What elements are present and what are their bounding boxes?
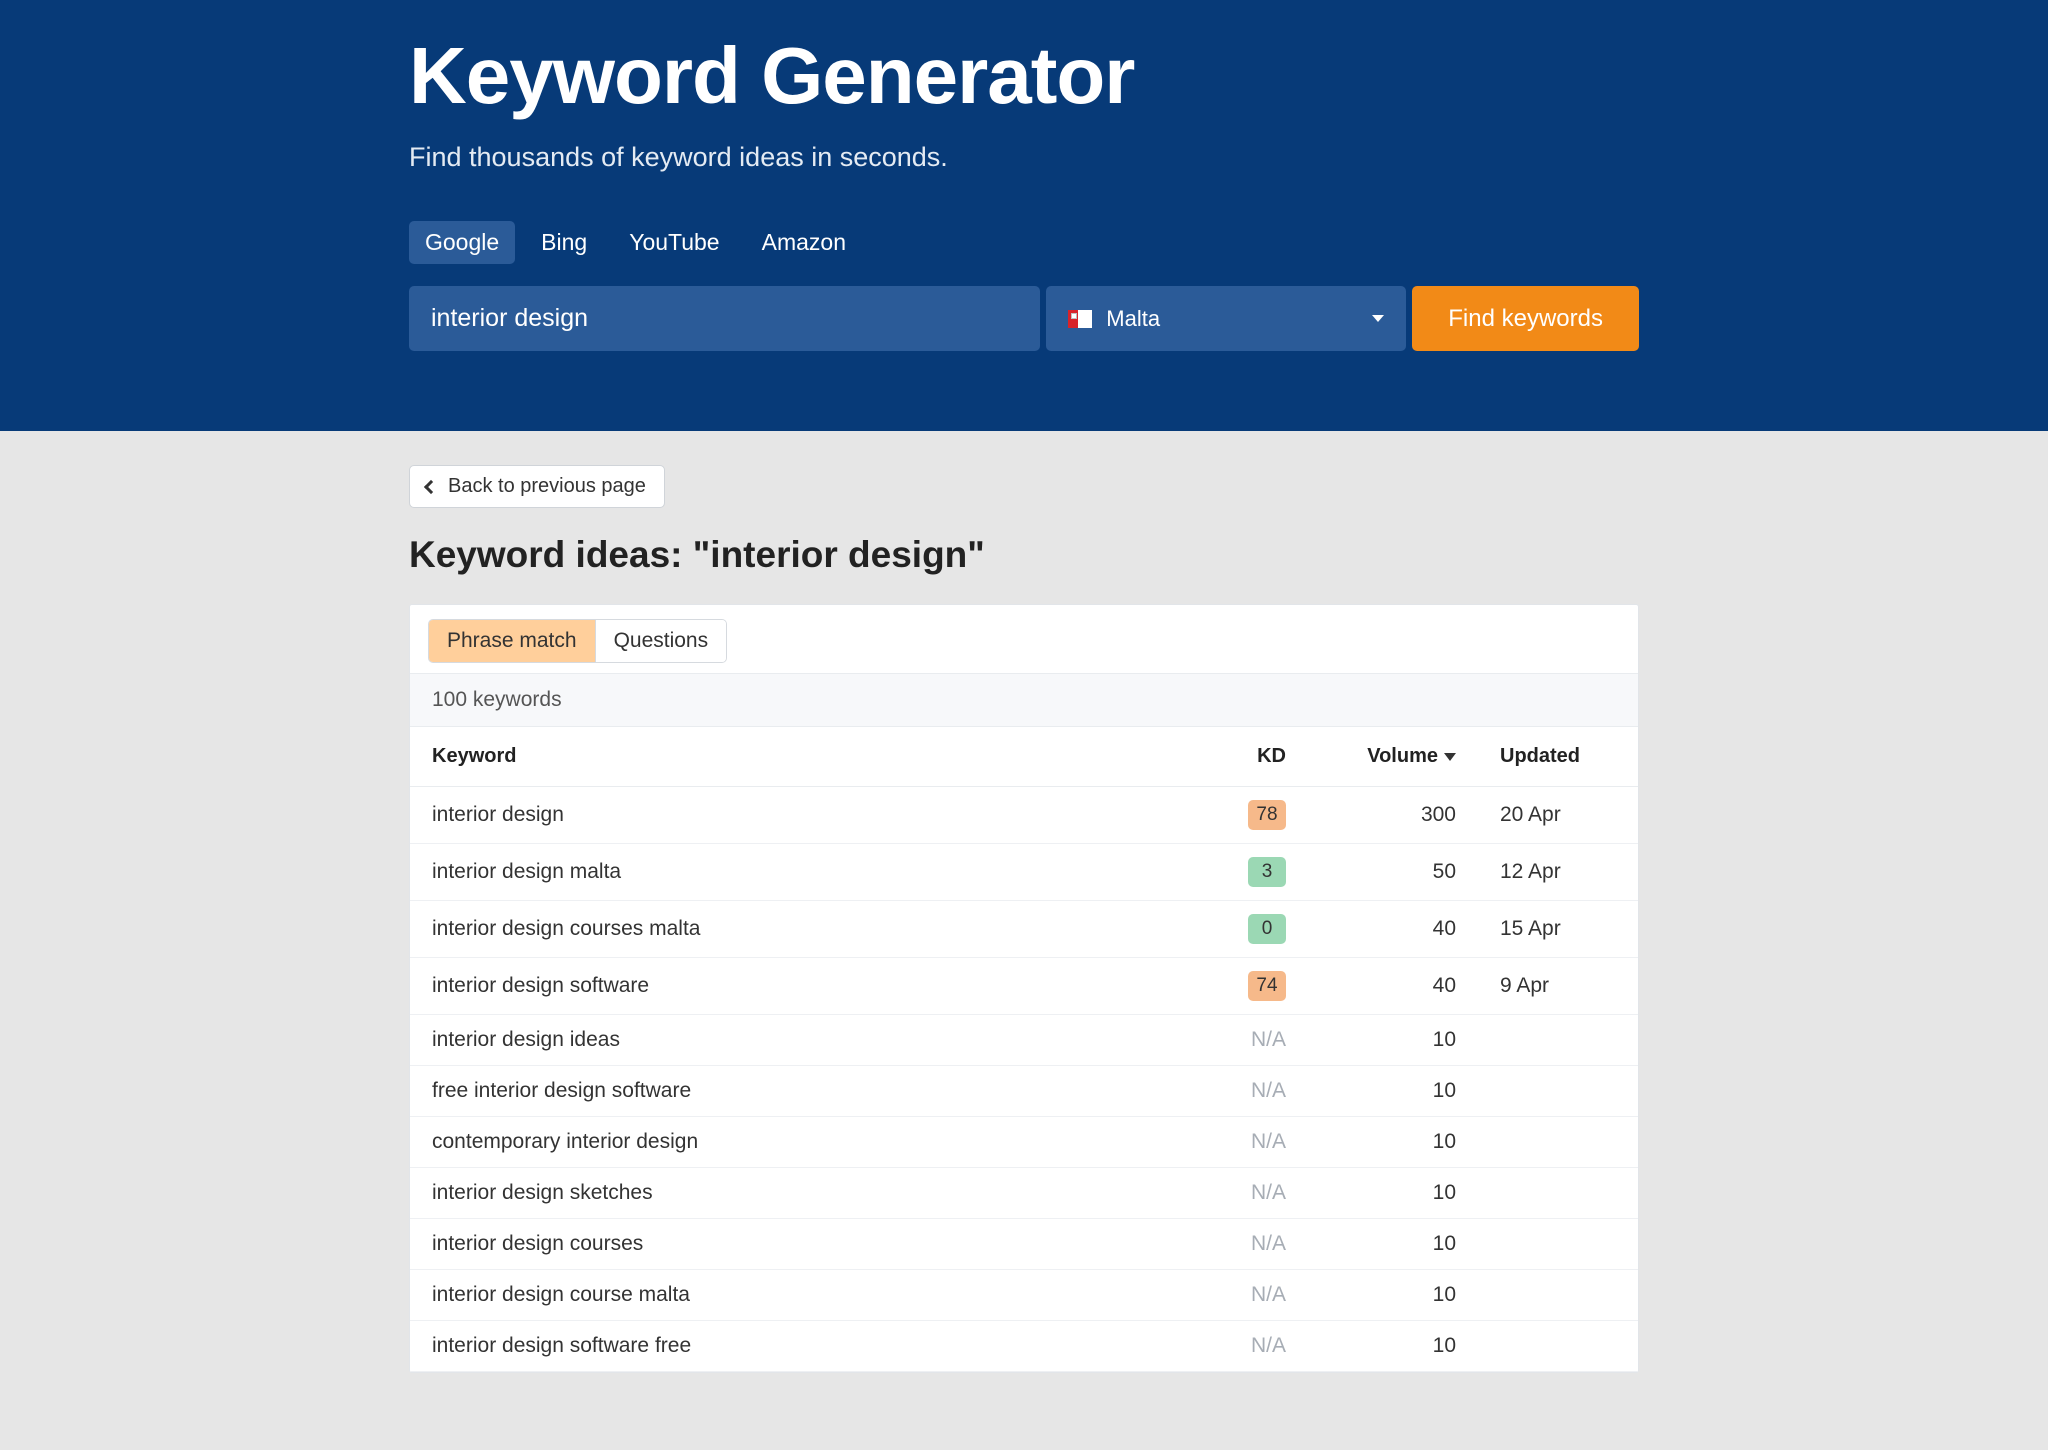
cell-kd: 3: [1198, 844, 1308, 901]
table-row: interior design course maltaN/A10: [410, 1270, 1638, 1321]
cell-kd: N/A: [1198, 1015, 1308, 1066]
engine-tab-google[interactable]: Google: [409, 221, 515, 264]
cell-kd: 78: [1198, 787, 1308, 844]
table-row: interior design 78 30020 Apr: [410, 787, 1638, 844]
cell-volume: 50: [1308, 844, 1478, 901]
keyword-count: 100 keywords: [410, 673, 1638, 727]
cell-updated: [1478, 1219, 1638, 1270]
cell-keyword[interactable]: interior design courses: [410, 1219, 1198, 1270]
cell-keyword[interactable]: interior design sketches: [410, 1168, 1198, 1219]
cell-updated: [1478, 1321, 1638, 1372]
engine-tabs: GoogleBingYouTube Amazon: [409, 221, 1639, 264]
find-keywords-button[interactable]: Find keywords: [1412, 286, 1639, 351]
keywords-table: Keyword KD Volume Updated interior desig…: [410, 727, 1638, 1372]
match-tab-group: Phrase matchQuestions: [428, 619, 727, 663]
table-row: free interior design softwareN/A10: [410, 1066, 1638, 1117]
cell-volume: 10: [1308, 1066, 1478, 1117]
kd-badge: 3: [1248, 857, 1286, 887]
results-card: Phrase matchQuestions 100 keywords Keywo…: [409, 604, 1639, 1373]
engine-tab-amazon[interactable]: Amazon: [746, 221, 862, 264]
page-title: Keyword Generator: [409, 30, 1639, 122]
keyword-input[interactable]: [409, 286, 1040, 351]
cell-volume: 10: [1308, 1015, 1478, 1066]
cell-kd: 0: [1198, 901, 1308, 958]
cell-kd: N/A: [1198, 1270, 1308, 1321]
results-title: Keyword ideas: "interior design": [409, 534, 1639, 576]
cell-volume: 40: [1308, 901, 1478, 958]
cell-updated: 12 Apr: [1478, 844, 1638, 901]
table-row: interior design sketchesN/A10: [410, 1168, 1638, 1219]
cell-keyword[interactable]: interior design ideas: [410, 1015, 1198, 1066]
cell-updated: 20 Apr: [1478, 787, 1638, 844]
kd-badge: 74: [1248, 971, 1286, 1001]
back-label: Back to previous page: [448, 475, 646, 498]
country-label: Malta: [1106, 306, 1160, 332]
cell-keyword[interactable]: interior design software: [410, 958, 1198, 1015]
engine-tab-bing[interactable]: Bing: [525, 221, 603, 264]
cell-volume: 10: [1308, 1117, 1478, 1168]
cell-updated: [1478, 1117, 1638, 1168]
cell-updated: 15 Apr: [1478, 901, 1638, 958]
page-subtitle: Find thousands of keyword ideas in secon…: [409, 142, 1639, 173]
column-header-updated[interactable]: Updated: [1478, 727, 1638, 787]
cell-keyword[interactable]: free interior design software: [410, 1066, 1198, 1117]
cell-volume: 10: [1308, 1321, 1478, 1372]
match-tabs-row: Phrase matchQuestions: [410, 605, 1638, 673]
cell-keyword[interactable]: interior design software free: [410, 1321, 1198, 1372]
column-header-kd[interactable]: KD: [1198, 727, 1308, 787]
table-row: interior design coursesN/A10: [410, 1219, 1638, 1270]
cell-volume: 10: [1308, 1219, 1478, 1270]
country-select[interactable]: Malta: [1046, 286, 1406, 351]
table-row: interior design ideasN/A10: [410, 1015, 1638, 1066]
column-header-keyword[interactable]: Keyword: [410, 727, 1198, 787]
cell-kd: N/A: [1198, 1168, 1308, 1219]
cell-updated: [1478, 1066, 1638, 1117]
table-row: contemporary interior designN/A10: [410, 1117, 1638, 1168]
column-header-volume-label: Volume: [1367, 745, 1438, 767]
match-tab-questions[interactable]: Questions: [595, 620, 727, 662]
flag-icon: [1068, 310, 1092, 328]
cell-volume: 300: [1308, 787, 1478, 844]
cell-updated: 9 Apr: [1478, 958, 1638, 1015]
cell-updated: [1478, 1168, 1638, 1219]
cell-updated: [1478, 1270, 1638, 1321]
cell-kd: N/A: [1198, 1066, 1308, 1117]
cell-keyword[interactable]: interior design course malta: [410, 1270, 1198, 1321]
kd-badge: 78: [1248, 800, 1286, 830]
cell-keyword[interactable]: contemporary interior design: [410, 1117, 1198, 1168]
table-row: interior design software 74 409 Apr: [410, 958, 1638, 1015]
sort-desc-icon: [1444, 753, 1456, 761]
cell-volume: 40: [1308, 958, 1478, 1015]
cell-kd: N/A: [1198, 1117, 1308, 1168]
column-header-volume[interactable]: Volume: [1308, 727, 1478, 787]
cell-updated: [1478, 1015, 1638, 1066]
cell-kd: N/A: [1198, 1219, 1308, 1270]
cell-volume: 10: [1308, 1270, 1478, 1321]
cell-keyword[interactable]: interior design malta: [410, 844, 1198, 901]
cell-keyword[interactable]: interior design courses malta: [410, 901, 1198, 958]
hero: Keyword Generator Find thousands of keyw…: [0, 0, 2048, 431]
cell-kd: N/A: [1198, 1321, 1308, 1372]
cell-keyword[interactable]: interior design: [410, 787, 1198, 844]
table-row: interior design malta 3 5012 Apr: [410, 844, 1638, 901]
cell-kd: 74: [1198, 958, 1308, 1015]
results-area: Back to previous page Keyword ideas: "in…: [0, 431, 2048, 1433]
chevron-left-icon: [424, 479, 438, 493]
table-row: interior design software freeN/A10: [410, 1321, 1638, 1372]
table-row: interior design courses malta 0 4015 Apr: [410, 901, 1638, 958]
search-row: Malta Find keywords: [409, 286, 1639, 351]
kd-badge: 0: [1248, 914, 1286, 944]
engine-tab-youtube[interactable]: YouTube: [613, 221, 735, 264]
match-tab-phrase-match[interactable]: Phrase match: [429, 620, 595, 662]
cell-volume: 10: [1308, 1168, 1478, 1219]
back-button[interactable]: Back to previous page: [409, 465, 665, 508]
chevron-down-icon: [1372, 315, 1384, 322]
